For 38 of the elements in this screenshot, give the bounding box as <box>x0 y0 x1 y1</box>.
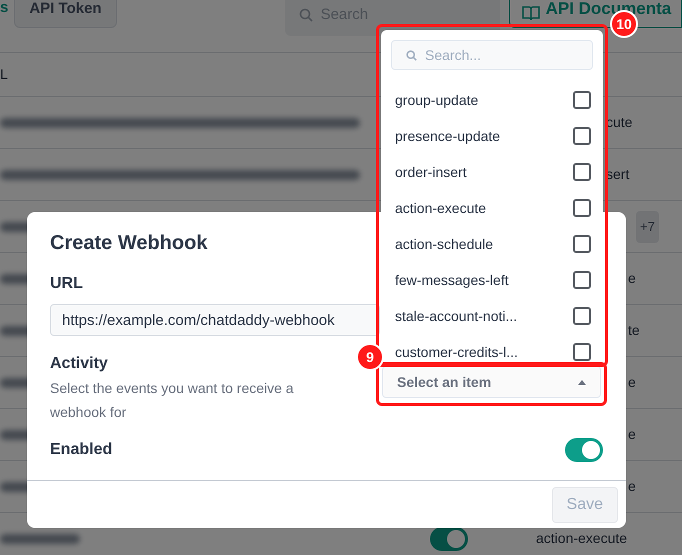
select-placeholder: Select an item <box>397 372 492 392</box>
option-label[interactable]: stale-account-noti... <box>395 306 518 326</box>
checkbox[interactable] <box>573 127 591 145</box>
checkbox[interactable] <box>573 235 591 253</box>
checkbox[interactable] <box>573 343 591 361</box>
checkbox[interactable] <box>573 163 591 181</box>
search-icon <box>298 8 313 22</box>
field-label: Enabled <box>50 440 112 460</box>
option-label[interactable]: order-insert <box>395 162 467 182</box>
checkbox[interactable] <box>573 91 591 109</box>
checkbox[interactable] <box>573 199 591 217</box>
column-header: L <box>0 65 8 84</box>
table-cell-text: e <box>628 477 636 496</box>
select-field[interactable]: Select an item <box>382 366 601 398</box>
option-label[interactable]: presence-update <box>395 126 500 146</box>
toggle-switch[interactable] <box>430 526 468 550</box>
modal-title: Create Webhook <box>50 231 208 256</box>
option-label[interactable]: action-execute <box>395 198 486 218</box>
checkbox[interactable] <box>573 307 591 325</box>
help-text: Select the events you want to receive a webhook for <box>50 379 295 422</box>
table-cell-text: action-execute <box>536 529 628 548</box>
table-cell-text: e <box>628 269 636 288</box>
table-cell-text: te <box>628 321 640 340</box>
option-label[interactable]: few-messages-left <box>395 270 509 290</box>
field-label: URL <box>50 274 83 294</box>
table-cell-text: e <box>628 373 636 392</box>
toggle-switch[interactable] <box>565 438 603 462</box>
count-badge: +7 <box>636 211 659 242</box>
book-icon <box>522 5 540 21</box>
url-input[interactable]: https://example.com/chatdaddy-webhook <box>50 304 380 336</box>
search-placeholder: Search... <box>425 46 482 64</box>
option-label[interactable]: customer-credits-l... <box>395 342 518 362</box>
table-cell-text: e <box>628 425 636 444</box>
checkbox[interactable] <box>573 271 591 289</box>
option-label[interactable]: action-schedule <box>395 234 494 254</box>
search-icon <box>406 50 417 60</box>
field-label: Activity <box>50 354 108 374</box>
option-label[interactable]: group-update <box>395 90 478 110</box>
